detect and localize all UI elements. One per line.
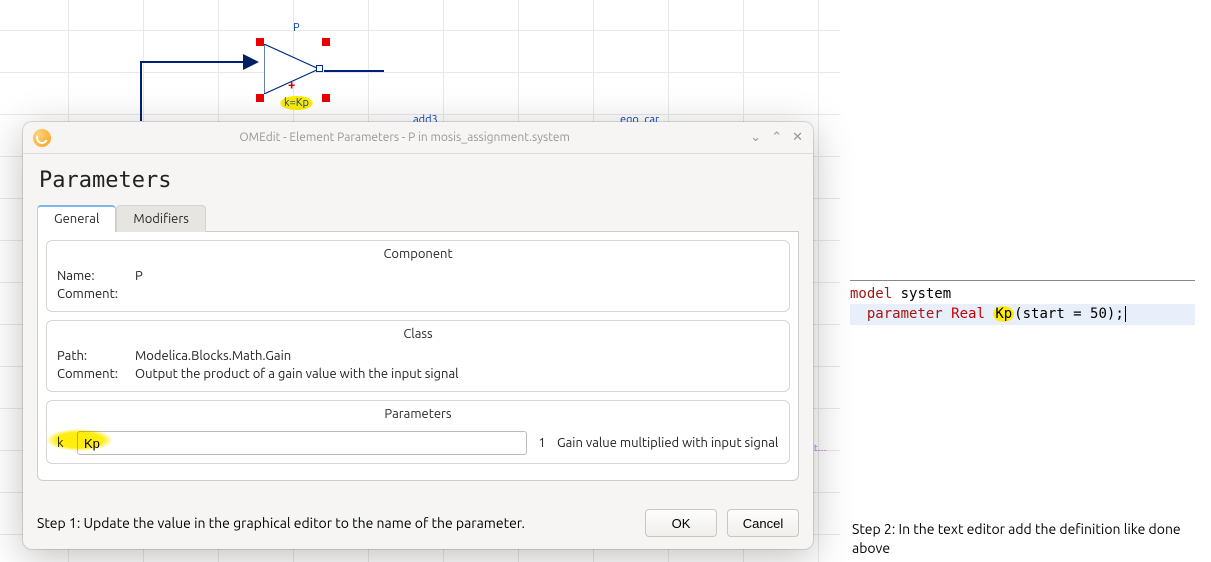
gain-block[interactable]: + [258, 32, 330, 104]
resize-handle[interactable] [256, 38, 264, 46]
block-param-label: k=Kp [280, 96, 313, 110]
truncated-label: t… [814, 443, 827, 453]
label-name: Name: [57, 269, 129, 283]
group-title-parameters: Parameters [57, 405, 779, 427]
cancel-button[interactable]: Cancel [727, 509, 799, 537]
label-comment: Comment: [57, 287, 129, 301]
dialog-heading: Parameters [39, 168, 799, 193]
wire-vertical [140, 61, 142, 121]
window-close-icon[interactable]: ✕ [792, 130, 803, 145]
step2-text: Step 2: In the text editor add the defin… [852, 520, 1192, 558]
param-k-input[interactable] [77, 431, 527, 455]
code-ident-kp: Kp [993, 306, 1014, 322]
output-port[interactable] [316, 65, 323, 72]
label-path: Path: [57, 349, 129, 363]
text-cursor-icon [1125, 306, 1126, 322]
resize-handle[interactable] [256, 94, 264, 102]
dialog-titlebar[interactable]: OMEdit - Element Parameters - P in mosis… [23, 122, 813, 154]
tab-modifiers[interactable]: Modifiers [116, 205, 206, 232]
omedit-app-icon [33, 129, 51, 147]
group-component: Component Name: P Comment: [46, 240, 790, 312]
code-rest: (start = 50); [1014, 306, 1124, 322]
tab-page-general: Component Name: P Comment: Class Path: M… [37, 232, 799, 481]
value-name: P [135, 269, 143, 283]
code-keyword-model: model [850, 286, 892, 302]
step1-text: Step 1: Update the value in the graphica… [37, 515, 635, 531]
plus-icon: + [288, 78, 295, 92]
param-k-unit: 1 [535, 436, 549, 450]
ok-button[interactable]: OK [645, 509, 717, 537]
group-title-class: Class [57, 325, 779, 347]
code-type-real: Real [951, 306, 985, 322]
code-editor-panel: model system parameter Real Kp(start = 5… [850, 280, 1195, 325]
value-class-comment: Output the product of a gain value with … [135, 367, 459, 381]
resize-handle[interactable] [322, 94, 330, 102]
value-path: Modelica.Blocks.Math.Gain [135, 349, 291, 363]
label-class-comment: Comment: [57, 367, 129, 381]
tab-general[interactable]: General [37, 205, 116, 232]
resize-handle[interactable] [322, 38, 330, 46]
wire-out [324, 70, 384, 72]
param-k-desc: Gain value multiplied with input signal [557, 436, 778, 450]
tab-bar: General Modifiers [37, 205, 799, 232]
wire-horizontal [140, 61, 250, 63]
code-model-name: system [901, 286, 952, 302]
param-k-label: k [57, 436, 69, 450]
group-title-component: Component [57, 245, 779, 267]
group-class: Class Path: Modelica.Blocks.Math.Gain Co… [46, 320, 790, 392]
group-parameters: Parameters k 1 Gain value multiplied wit… [46, 400, 790, 464]
code-keyword-parameter: parameter [867, 306, 943, 322]
input-port-arrow-icon [243, 54, 259, 70]
element-parameters-dialog: OMEdit - Element Parameters - P in mosis… [23, 122, 813, 549]
dialog-title: OMEdit - Element Parameters - P in mosis… [59, 131, 750, 144]
code-editor[interactable]: model system parameter Real Kp(start = 5… [850, 280, 1195, 325]
window-maximize-icon[interactable]: ⌃ [771, 130, 782, 145]
window-minimize-icon[interactable]: 󠀠⌄ [750, 130, 761, 145]
